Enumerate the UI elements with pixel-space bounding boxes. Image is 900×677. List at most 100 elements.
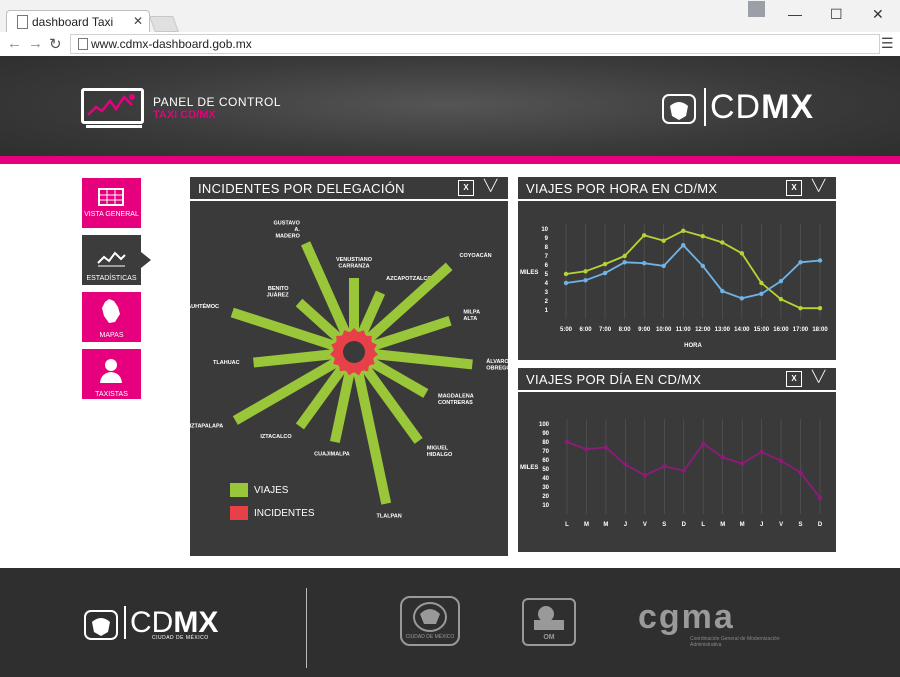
new-tab-button[interactable] xyxy=(149,16,179,32)
sidebar-item-vista-general[interactable]: VISTA GENERAL xyxy=(82,178,141,228)
y-tick-label: 100 xyxy=(539,422,550,428)
excel-export-icon[interactable]: X xyxy=(458,180,474,196)
forward-arrow-icon[interactable]: → xyxy=(28,35,43,52)
cdmx-brand: CDMX xyxy=(704,88,814,127)
brand-light: CD xyxy=(704,88,762,126)
sidebar-item-label: VISTA GENERAL xyxy=(84,211,139,218)
y-tick-label: 9 xyxy=(545,236,549,242)
excel-export-icon[interactable]: X xyxy=(786,371,802,387)
minimize-icon[interactable]: — xyxy=(788,6,802,22)
category-label: IZTAPALAPA xyxy=(190,424,223,430)
series-line xyxy=(566,441,821,499)
chevron-down-icon[interactable]: ╲╱ xyxy=(484,179,497,192)
x-tick-label: 16:00 xyxy=(773,327,789,333)
category-label: TLALPAN xyxy=(377,513,402,519)
data-point xyxy=(798,306,803,311)
om-text: OM xyxy=(543,634,555,641)
x-tick-label: 7:00 xyxy=(599,327,612,333)
maximize-icon[interactable]: ☐ xyxy=(830,6,843,23)
data-point xyxy=(759,280,764,286)
viajes-bar xyxy=(253,349,335,368)
data-point xyxy=(623,462,628,467)
y-tick-label: 20 xyxy=(542,494,549,500)
data-point xyxy=(701,441,706,446)
reload-icon[interactable]: ↻ xyxy=(49,35,62,53)
data-point xyxy=(583,269,588,274)
address-bar-row: ← → ↻ www.cdmx-dashboard.gob.mx ☰ xyxy=(0,32,900,57)
sidebar-item-mapas[interactable]: MAPAS xyxy=(82,292,141,342)
panel-title: VIAJES POR HORA EN CD/MX xyxy=(526,181,718,196)
sidebar-item-taxistas[interactable]: TAXISTAS xyxy=(82,349,141,399)
x-tick-label: V xyxy=(779,522,783,528)
category-label: CUAJIMALPA xyxy=(314,452,350,458)
data-point xyxy=(622,253,627,259)
viajes-bar xyxy=(373,349,473,370)
back-arrow-icon[interactable]: ← xyxy=(7,35,22,52)
x-tick-label: J xyxy=(760,522,763,528)
header-bottom-accent xyxy=(0,156,900,164)
data-point xyxy=(661,238,666,243)
person-icon xyxy=(100,359,122,383)
x-tick-label: L xyxy=(565,522,569,528)
page-icon xyxy=(78,38,88,50)
x-tick-label: 13:00 xyxy=(715,327,731,333)
user-profile-icon[interactable] xyxy=(748,1,765,17)
category-label: VENUSTIANO CARRANZA xyxy=(336,257,373,270)
daily-chart-panel: L M M J V S D L M M J V S D 10 20 30 40 50 60 70 80 90 100 MILES xyxy=(518,392,836,552)
cdmx-shield-logo xyxy=(84,610,118,640)
data-point xyxy=(720,240,725,245)
excel-export-icon[interactable]: X xyxy=(786,180,802,196)
x-tick-label: 12:00 xyxy=(695,327,711,333)
data-point xyxy=(817,495,823,500)
y-tick-label: 1 xyxy=(545,308,549,314)
browser-tab[interactable]: dashboard Taxi ✕ xyxy=(6,10,150,33)
data-point xyxy=(681,243,686,248)
data-point xyxy=(641,261,647,266)
monitor-chart-icon xyxy=(81,88,144,124)
data-point xyxy=(661,263,666,269)
sidebar-item-label: MAPAS xyxy=(99,332,124,339)
data-point xyxy=(681,468,686,473)
x-tick-label: 9:00 xyxy=(638,327,651,333)
data-point xyxy=(662,464,667,469)
data-point xyxy=(778,279,784,284)
data-point xyxy=(778,297,784,302)
brand-bold: MX xyxy=(761,88,815,126)
data-point xyxy=(720,455,725,460)
data-point xyxy=(739,251,745,256)
monitor-stand xyxy=(86,125,142,128)
active-indicator-arrow xyxy=(141,252,151,268)
radial-bar-chart: VENUSTIANO CARRANZA AZCAPOTZALCO COYOACÁN MI… xyxy=(179,220,515,519)
chevron-down-icon[interactable]: ╲╱ xyxy=(812,370,825,383)
footer-brand-sub: CIUDAD DE MÉXICO xyxy=(152,635,209,641)
chevron-down-icon[interactable]: ╲╱ xyxy=(812,179,825,192)
sidebar-item-estadisticas[interactable]: ESTADÍSTICAS xyxy=(82,235,141,285)
data-point xyxy=(739,461,745,466)
hourly-chart-panel: 5:00 6:00 7:00 8:00 9:00 10:00 11:00 12:00 13:00… xyxy=(518,201,836,360)
data-point xyxy=(700,234,705,239)
legend-swatch-incidentes xyxy=(230,506,248,520)
url-text: www.cdmx-dashboard.gob.mx xyxy=(91,37,252,51)
daily-line-chart: L M M J V S D L M M J V S D 10 20 30 40 50 60 70 80 90 100 MILES xyxy=(520,419,823,528)
x-tick-label: D xyxy=(818,522,823,528)
footer: CDMX CIUDAD DE MÉXICO CIUDAD DE MÉXICO O… xyxy=(0,568,900,677)
map-icon xyxy=(102,299,120,323)
close-window-icon[interactable]: ✕ xyxy=(872,6,884,23)
x-tick-label: L xyxy=(701,522,705,528)
url-input[interactable]: www.cdmx-dashboard.gob.mx xyxy=(70,34,880,54)
panel-header-delegacion: INCIDENTES POR DELEGACIÓN X ╲╱ xyxy=(190,177,508,199)
y-tick-label: 40 xyxy=(542,476,549,482)
data-point xyxy=(798,260,803,265)
category-label: ÁLVAROOBREGÓN xyxy=(486,358,508,372)
panel-title: VIAJES POR DÍA EN CD/MX xyxy=(526,372,702,387)
panel-title: INCIDENTES POR DELEGACIÓN xyxy=(198,181,405,196)
data-point xyxy=(563,280,569,286)
close-tab-icon[interactable]: ✕ xyxy=(133,14,143,28)
data-point xyxy=(602,270,608,276)
browser-menu-icon[interactable]: ☰ xyxy=(881,35,894,52)
y-tick-label: 2 xyxy=(545,299,549,305)
om-logo: OM xyxy=(522,598,576,646)
y-tick-label: 90 xyxy=(542,431,549,437)
data-point xyxy=(584,447,589,452)
legend-swatch-viajes xyxy=(230,483,248,497)
